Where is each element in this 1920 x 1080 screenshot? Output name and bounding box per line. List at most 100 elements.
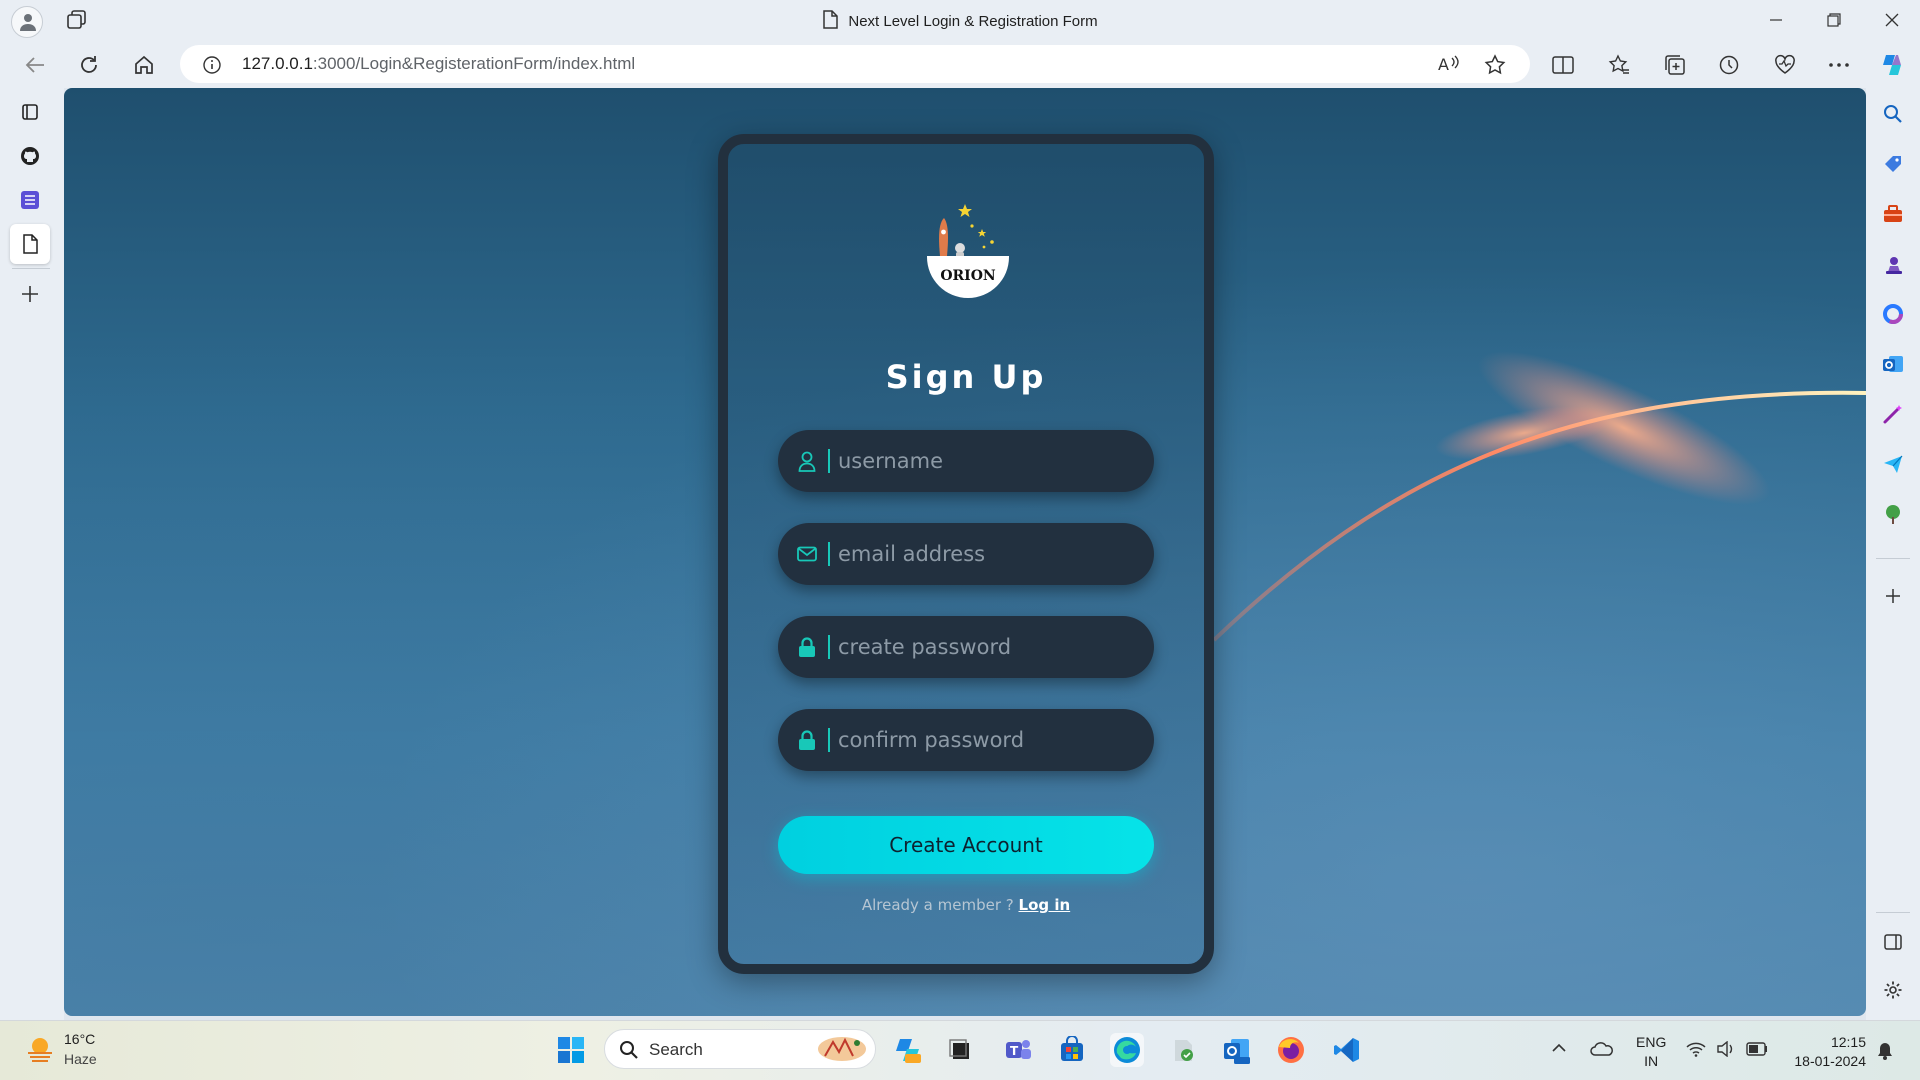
clock-date: 18-01-2024 (1794, 1053, 1866, 1069)
document-icon (23, 234, 38, 254)
taskbar-search[interactable]: Search (604, 1029, 876, 1069)
username-input[interactable] (836, 440, 1136, 482)
address-bar[interactable]: 127.0.0.1:3000/Login&RegisterationForm/i… (180, 45, 1530, 83)
teams-app[interactable]: T (1001, 1033, 1035, 1067)
url-text[interactable]: 127.0.0.1:3000/Login&RegisterationForm/i… (242, 54, 635, 74)
edge-browser-icon (1114, 1037, 1140, 1063)
performance-button[interactable] (1770, 50, 1800, 80)
restore-icon (1827, 13, 1841, 27)
copilot-pre-icon (896, 1039, 921, 1063)
restore-button[interactable] (1806, 0, 1862, 40)
outlook-new-icon (1224, 1039, 1250, 1064)
sidebar-designer-button[interactable] (1877, 398, 1909, 430)
close-button[interactable] (1864, 0, 1920, 40)
svg-text:T: T (1010, 1044, 1019, 1058)
info-icon[interactable] (202, 55, 222, 75)
favorites-button[interactable] (1604, 50, 1634, 80)
browser-title-bar: Next Level Login & Registration Form (0, 0, 1920, 40)
envelope-icon (797, 546, 817, 562)
collections-button[interactable] (1660, 50, 1690, 80)
read-aloud-icon[interactable]: A (1438, 54, 1460, 74)
settings-more-button[interactable] (1824, 50, 1854, 80)
sidebar-shopping-button[interactable] (1877, 148, 1909, 180)
region-label: IN (1644, 1053, 1659, 1069)
reload-button[interactable] (72, 48, 106, 82)
member-prompt: Already a member ? Log in (728, 896, 1204, 914)
sidebar-copilot-button[interactable] (1877, 298, 1909, 330)
tab-title[interactable]: Next Level Login & Registration Form (0, 10, 1920, 30)
vscode-app[interactable] (1330, 1033, 1364, 1067)
tab-current-page[interactable] (10, 224, 50, 264)
sidebar-games-button[interactable] (1877, 248, 1909, 280)
new-tab-button[interactable] (10, 274, 50, 314)
vertical-tabs-toggle[interactable] (10, 92, 50, 132)
designer-wand-icon (1883, 405, 1902, 424)
minimize-icon (1770, 19, 1782, 21)
favorite-star-icon[interactable] (1484, 54, 1506, 76)
sidebar-send-button[interactable] (1877, 448, 1909, 480)
sidebar-tree-button[interactable] (1877, 498, 1909, 530)
browser-toolbar: 127.0.0.1:3000/Login&RegisterationForm/i… (0, 40, 1920, 88)
tab-actions-icon (22, 104, 38, 120)
sidebar-panel-icon (1884, 934, 1902, 950)
store-bag-icon (1061, 1036, 1083, 1061)
email-input[interactable] (836, 533, 1136, 575)
url-path: :3000/Login&RegisterationForm/index.html (312, 54, 636, 73)
store-app[interactable] (1055, 1033, 1089, 1067)
tab-list-app[interactable] (10, 180, 50, 220)
weather-temperature: 16°C (64, 1031, 96, 1047)
copilot-icon (1883, 55, 1901, 75)
task-view-button[interactable] (943, 1033, 977, 1067)
sidebar-settings-button[interactable] (1877, 974, 1909, 1006)
battery-icon[interactable] (1746, 1042, 1768, 1056)
volume-icon[interactable] (1716, 1041, 1736, 1057)
sidebar-divider (1876, 558, 1910, 559)
email-field[interactable] (778, 523, 1154, 585)
page-viewport: ORION Sign Up Create Account Already a m… (64, 88, 1866, 1016)
language-indicator[interactable]: ENG IN (1636, 1033, 1666, 1071)
create-password-input[interactable] (836, 626, 1136, 668)
search-highlight-icon (818, 1037, 866, 1061)
confirm-password-field[interactable] (778, 709, 1154, 771)
username-field[interactable] (778, 430, 1154, 492)
system-clock[interactable]: 12:15 18-01-2024 (1786, 1033, 1866, 1071)
sidebar-tools-button[interactable] (1877, 198, 1909, 230)
onedrive-cloud-icon[interactable] (1590, 1041, 1614, 1057)
start-button[interactable] (554, 1033, 588, 1067)
toolbox-icon (1884, 205, 1902, 222)
sidebar-search-button[interactable] (1877, 98, 1909, 130)
notification-bell-icon[interactable] (1876, 1041, 1894, 1061)
sidebar-add-button[interactable] (1877, 580, 1909, 612)
create-account-button[interactable]: Create Account (778, 816, 1154, 874)
file-app[interactable] (1166, 1033, 1200, 1067)
confirm-password-input[interactable] (836, 719, 1136, 761)
create-password-field[interactable] (778, 616, 1154, 678)
back-button[interactable] (18, 48, 52, 82)
firefox-app[interactable] (1274, 1033, 1308, 1067)
sidebar-outlook-button[interactable] (1877, 348, 1909, 380)
list-app-icon (21, 191, 39, 209)
home-button[interactable] (127, 48, 161, 82)
wifi-icon[interactable] (1686, 1041, 1706, 1057)
copilot-taskbar-icon[interactable] (890, 1033, 924, 1067)
hide-sidebar-button[interactable] (1877, 926, 1909, 958)
history-button[interactable] (1714, 50, 1744, 80)
outlook-icon (1883, 356, 1903, 372)
edge-sidebar (1866, 88, 1920, 1020)
chevron-up-icon[interactable] (1552, 1043, 1566, 1053)
outlook-app[interactable] (1220, 1033, 1254, 1067)
split-screen-button[interactable] (1548, 50, 1578, 80)
copilot-button[interactable] (1877, 50, 1907, 80)
minimize-button[interactable] (1748, 0, 1804, 40)
reload-icon (81, 56, 97, 73)
login-link[interactable]: Log in (1019, 896, 1071, 914)
user-icon (798, 451, 816, 472)
edge-app[interactable] (1110, 1033, 1144, 1067)
tab-github[interactable] (10, 136, 50, 176)
recycle-file-icon (1175, 1040, 1193, 1061)
vscode-icon (1334, 1038, 1359, 1062)
arrow-left-icon (25, 57, 44, 73)
teams-icon: T (1006, 1040, 1031, 1059)
search-icon (620, 1041, 638, 1059)
search-label: Search (649, 1040, 703, 1059)
